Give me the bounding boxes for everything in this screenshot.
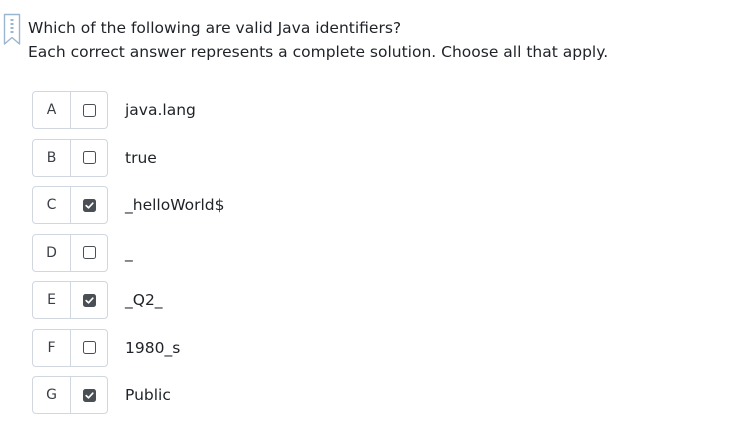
option-letter: B <box>33 139 71 176</box>
option-checkbox-cell[interactable] <box>71 330 107 366</box>
option-d[interactable]: D _ <box>32 233 225 272</box>
option-checkbox-cell[interactable] <box>71 235 107 271</box>
option-letter: C <box>33 187 71 223</box>
option-letter: E <box>33 282 71 318</box>
question-instruction: Each correct answer represents a complet… <box>28 43 609 61</box>
option-checkbox-cell[interactable] <box>71 187 107 223</box>
option-text: Public <box>125 386 171 404</box>
option-checkbox-cell[interactable] <box>71 92 107 128</box>
question-line-1: Which of the following are valid Java id… <box>28 19 402 37</box>
option-letter: D <box>33 234 71 271</box>
option-f[interactable]: F 1980_s <box>32 328 225 367</box>
option-selector[interactable]: C <box>32 186 108 224</box>
option-text: java.lang <box>125 101 196 119</box>
option-text: 1980_s <box>125 338 181 357</box>
option-c[interactable]: C _helloWorld$ <box>32 186 225 224</box>
option-text: _helloWorld$ <box>125 196 225 214</box>
option-selector[interactable]: G <box>32 376 108 414</box>
option-text: _Q2_ <box>125 291 163 309</box>
checkbox-checked-icon[interactable] <box>82 388 96 402</box>
checkbox-icon[interactable] <box>82 341 96 354</box>
option-a[interactable]: Ajava.lang <box>32 91 225 129</box>
option-text: true <box>125 148 157 167</box>
option-text: _ <box>125 243 133 262</box>
option-selector[interactable]: F <box>32 328 108 367</box>
option-selector[interactable]: E <box>32 281 108 319</box>
checkbox-icon[interactable] <box>82 103 96 117</box>
checkbox-icon[interactable] <box>82 246 96 259</box>
checkbox-icon[interactable] <box>82 151 96 164</box>
question-page: Which of the following are valid Java id… <box>0 0 742 424</box>
answer-options-list: Ajava.lang Btrue C _helloWorld$ D _ E _Q2_ F 1980… <box>32 91 225 424</box>
option-selector[interactable]: D <box>32 233 108 272</box>
option-b[interactable]: Btrue <box>32 138 225 177</box>
option-checkbox-cell[interactable] <box>71 377 107 413</box>
option-selector[interactable]: A <box>32 91 108 129</box>
option-checkbox-cell[interactable] <box>71 140 107 176</box>
option-letter: F <box>33 329 71 366</box>
question-text: Which of the following are valid Java id… <box>28 16 608 64</box>
checkbox-checked-icon[interactable] <box>82 198 96 212</box>
bookmark-icon[interactable] <box>3 13 21 46</box>
option-e[interactable]: E _Q2_ <box>32 281 225 319</box>
checkbox-checked-icon[interactable] <box>82 293 96 307</box>
option-letter: A <box>33 92 71 128</box>
option-selector[interactable]: B <box>32 138 108 177</box>
option-g[interactable]: G Public <box>32 376 225 414</box>
option-checkbox-cell[interactable] <box>71 282 107 318</box>
option-letter: G <box>33 377 71 413</box>
